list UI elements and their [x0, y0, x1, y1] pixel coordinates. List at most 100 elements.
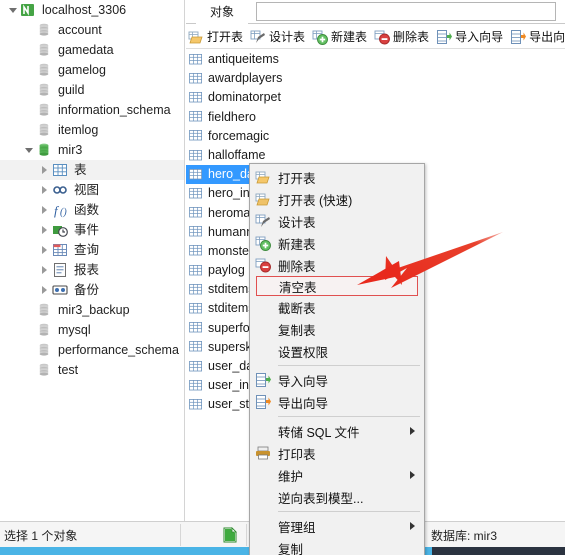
- toolbar-button-1[interactable]: 设计表: [248, 26, 308, 48]
- context-menu-item-18[interactable]: 管理组: [250, 515, 424, 537]
- sidebar-item-17[interactable]: performance_schema: [0, 340, 184, 360]
- context-menu-item-10[interactable]: 导入向导: [250, 369, 424, 391]
- toolbar-button-3[interactable]: 删除表: [372, 26, 432, 48]
- toolbar-button-label: 导入向导: [455, 30, 504, 44]
- sidebar-item-13[interactable]: 报表: [0, 260, 184, 280]
- sidebar-item-8[interactable]: 表: [0, 160, 184, 180]
- tree-twisty-closed-icon[interactable]: [38, 220, 52, 240]
- tree-twisty-open-icon[interactable]: [6, 0, 20, 20]
- context-menu-item-1[interactable]: 打开表 (快速): [250, 188, 424, 210]
- toolbar-button-label: 导出向导: [529, 30, 565, 44]
- database-icon: [39, 343, 49, 356]
- table-list-item-2[interactable]: dominatorpet: [186, 88, 565, 107]
- toolbar-button-2[interactable]: 新建表: [310, 26, 370, 48]
- tree-twisty-spacer: [22, 100, 36, 120]
- database-icon: [36, 102, 54, 118]
- sidebar-item-15[interactable]: mir3_backup: [0, 300, 184, 320]
- tree-twisty-closed-icon[interactable]: [38, 180, 52, 200]
- sidebar-item-3[interactable]: gamelog: [0, 60, 184, 80]
- sidebar-item-label: guild: [58, 83, 85, 97]
- context-menu-item-8[interactable]: 设置权限: [250, 340, 424, 362]
- table-list-item-label: humann: [208, 224, 254, 239]
- context-menu-item-11[interactable]: 导出向导: [250, 391, 424, 413]
- sidebar-item-label: 查询: [74, 243, 100, 257]
- status-divider: [180, 524, 181, 546]
- context-menu-item-label: 逆向表到模型...: [278, 491, 364, 506]
- tree-twisty-closed-icon[interactable]: [38, 240, 52, 260]
- toolbar-button-5[interactable]: 导出向导: [508, 26, 565, 48]
- sidebar-item-label: localhost_3306: [42, 3, 127, 17]
- context-menu-item-19[interactable]: 复制: [250, 537, 424, 555]
- sidebar-item-6[interactable]: itemlog: [0, 120, 184, 140]
- context-menu-item-4[interactable]: 删除表: [250, 254, 424, 276]
- print-icon: [256, 446, 270, 460]
- toolbar-button-0[interactable]: 打开表: [186, 26, 246, 48]
- table-list-item-1[interactable]: awardplayers: [186, 69, 565, 88]
- table-context-menu[interactable]: 打开表 打开表 (快速) 设计表新建表 删除表清空表 截断表 复制表 设置权限导入向导 导出向…: [249, 163, 425, 555]
- tree-twisty-closed-icon[interactable]: [38, 280, 52, 300]
- context-menu-item-7[interactable]: 复制表: [250, 318, 424, 340]
- context-menu-item-13[interactable]: 转储 SQL 文件: [250, 420, 424, 442]
- connection-tree-panel[interactable]: localhost_3306account gamedata gamelog guil…: [0, 0, 185, 521]
- context-menu-item-label: 管理组: [278, 520, 316, 535]
- database-icon: [39, 123, 49, 136]
- events-icon: [53, 226, 68, 237]
- tree-twisty-closed-icon[interactable]: [38, 160, 52, 180]
- sidebar-item-label: 表: [74, 163, 87, 177]
- tree-twisty-closed-icon[interactable]: [38, 200, 52, 220]
- context-menu-item-label: 清空表: [279, 280, 317, 295]
- table-list-item-label: monster: [208, 243, 254, 258]
- queries-icon: [52, 242, 70, 258]
- tree-twisty-spacer: [22, 120, 36, 140]
- new-table-icon: [255, 236, 271, 251]
- grid-icon: [189, 341, 202, 352]
- views-icon: [52, 182, 70, 198]
- sidebar-item-16[interactable]: mysql: [0, 320, 184, 340]
- context-menu-item-15[interactable]: 维护: [250, 464, 424, 486]
- grid-icon: [189, 283, 202, 295]
- print-icon: [255, 445, 271, 461]
- sidebar-item-14[interactable]: 备份: [0, 280, 184, 300]
- table-list-item-label: antiqueitems: [208, 52, 279, 66]
- grid-icon: [189, 379, 202, 391]
- sidebar-item-7[interactable]: mir3: [0, 140, 184, 160]
- context-menu-item-16[interactable]: 逆向表到模型...: [250, 486, 424, 508]
- context-menu-item-2[interactable]: 设计表: [250, 210, 424, 232]
- views-icon: [53, 186, 67, 194]
- table-list-item-label: stditems: [208, 301, 255, 316]
- tree-twisty-spacer: [22, 300, 36, 320]
- tables-folder-icon: [53, 164, 67, 176]
- events-icon: [52, 222, 70, 238]
- table-list-item-4[interactable]: forcemagic: [186, 127, 565, 146]
- context-menu-item-0[interactable]: 打开表: [250, 166, 424, 188]
- context-menu-item-14[interactable]: 打印表: [250, 442, 424, 464]
- import-wizard-icon: [256, 373, 271, 387]
- grid-icon: [189, 130, 202, 141]
- context-menu-item-6[interactable]: 截断表: [250, 296, 424, 318]
- table-list-item-3[interactable]: fieldhero: [186, 108, 565, 127]
- tree-twisty-closed-icon[interactable]: [38, 260, 52, 280]
- sidebar-item-4[interactable]: guild: [0, 80, 184, 100]
- sidebar-item-9[interactable]: 视图: [0, 180, 184, 200]
- context-menu-item-5[interactable]: 清空表: [256, 276, 418, 296]
- sidebar-item-12[interactable]: 查询: [0, 240, 184, 260]
- sidebar-item-0[interactable]: localhost_3306: [0, 0, 184, 20]
- toolbar-button-4[interactable]: 导入向导: [434, 26, 506, 48]
- grid-icon: [188, 91, 204, 105]
- table-list-item-label: fieldhero: [208, 109, 256, 124]
- sidebar-item-11[interactable]: 事件: [0, 220, 184, 240]
- table-list-item-0[interactable]: antiqueitems: [186, 50, 565, 69]
- tree-twisty-open-icon[interactable]: [22, 140, 36, 160]
- context-menu-item-3[interactable]: 新建表: [250, 232, 424, 254]
- sidebar-item-2[interactable]: gamedata: [0, 40, 184, 60]
- context-menu-separator: [278, 511, 420, 512]
- sidebar-item-1[interactable]: account: [0, 20, 184, 40]
- context-menu-item-label: 设计表: [278, 215, 316, 230]
- sidebar-item-10[interactable]: f() 函数: [0, 200, 184, 220]
- sidebar-item-18[interactable]: test: [0, 360, 184, 380]
- object-filter-input[interactable]: [256, 2, 556, 21]
- tab-object[interactable]: 对象: [196, 0, 249, 24]
- grid-icon: [189, 91, 202, 103]
- sidebar-item-5[interactable]: information_schema: [0, 100, 184, 120]
- tree-twisty-spacer: [22, 340, 36, 360]
